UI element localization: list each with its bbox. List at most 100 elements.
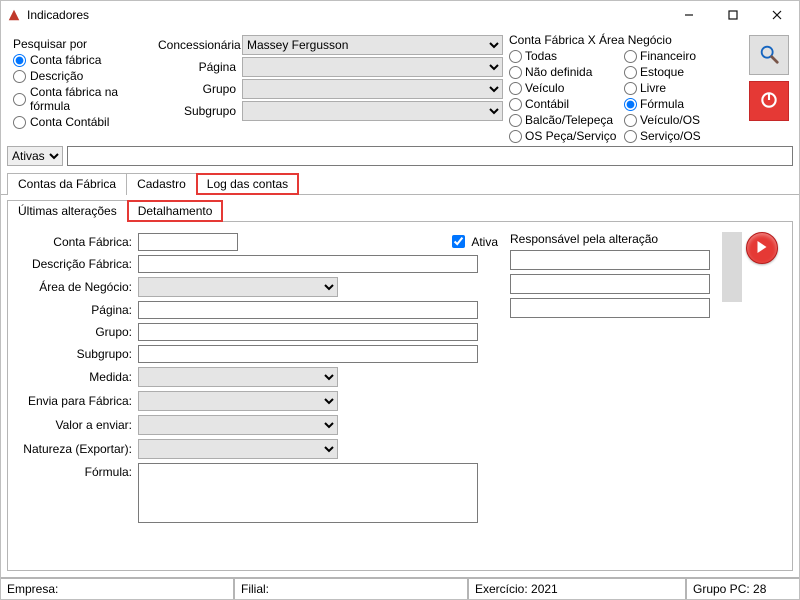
radio-descricao[interactable]: Descrição <box>13 69 148 83</box>
label-pagina: Página: <box>22 303 132 317</box>
radio-financeiro[interactable]: Financeiro <box>624 49 739 64</box>
radio-label: Serviço/OS <box>640 129 701 144</box>
search-by-legend: Pesquisar por <box>13 37 148 51</box>
pagina-label: Página <box>158 60 238 74</box>
search-by-group: Pesquisar por Conta fábrica Descrição Co… <box>7 33 154 144</box>
radio-contabil[interactable]: Contábil <box>509 97 624 112</box>
tab-ultimas-alteracoes[interactable]: Últimas alterações <box>7 200 128 222</box>
detail-panel: Conta Fábrica: Ativa Descrição Fábrica: … <box>7 222 793 571</box>
select-envia[interactable] <box>138 391 338 411</box>
input-conta-fabrica[interactable] <box>138 233 238 251</box>
label-area: Área de Negócio: <box>22 280 132 294</box>
radio-estoque[interactable]: Estoque <box>624 65 739 80</box>
label-formula: Fórmula: <box>22 465 132 479</box>
select-natureza[interactable] <box>138 439 338 459</box>
radio-conta-fabrica[interactable]: Conta fábrica <box>13 53 148 67</box>
radio-veiculo[interactable]: Veículo <box>509 81 624 96</box>
radio-label: Veículo <box>525 81 564 96</box>
tab-detalhamento[interactable]: Detalhamento <box>127 200 224 222</box>
power-icon <box>759 90 779 113</box>
radio-label: Estoque <box>640 65 684 80</box>
arrow-right-icon <box>753 238 771 259</box>
app-window: Indicadores Pesquisar por Conta fábrica … <box>0 0 800 600</box>
radio-label: OS Peça/Serviço <box>525 129 616 144</box>
input-subgrupo[interactable] <box>138 345 478 363</box>
radio-label: Conta fábrica <box>30 53 101 67</box>
select-area[interactable] <box>138 277 338 297</box>
grupo-select[interactable] <box>242 79 503 99</box>
responsible-group: Responsável pela alteração <box>510 232 710 560</box>
radio-balcao[interactable]: Balcão/Telepeça <box>509 113 624 128</box>
subgrupo-select[interactable] <box>242 101 503 121</box>
input-responsible-2[interactable] <box>510 274 710 294</box>
action-buttons <box>745 33 793 144</box>
label-natureza: Natureza (Exportar): <box>22 442 132 456</box>
input-responsible-3[interactable] <box>510 298 710 318</box>
label-grupo: Grupo: <box>22 325 132 339</box>
area-negocio-legend: Conta Fábrica X Área Negócio <box>509 33 739 47</box>
label-valor: Valor a enviar: <box>22 418 132 432</box>
search-icon <box>758 43 780 68</box>
radio-conta-contabil[interactable]: Conta Contábil <box>13 115 148 129</box>
search-input[interactable] <box>67 146 793 166</box>
label-envia: Envia para Fábrica: <box>22 394 132 408</box>
input-responsible-1[interactable] <box>510 250 710 270</box>
radio-servico-os[interactable]: Serviço/OS <box>624 129 739 144</box>
responsible-legend: Responsável pela alteração <box>510 232 710 246</box>
radio-label: Conta fábrica na fórmula <box>30 85 148 113</box>
content-area: Últimas alterações Detalhamento Conta Fá… <box>1 195 799 577</box>
maximize-button[interactable] <box>711 1 755 29</box>
tab-cadastro[interactable]: Cadastro <box>126 173 197 195</box>
pagina-select[interactable] <box>242 57 503 77</box>
input-pagina[interactable] <box>138 301 478 319</box>
window-controls <box>667 1 799 29</box>
radio-livre[interactable]: Livre <box>624 81 739 96</box>
minimize-button[interactable] <box>667 1 711 29</box>
radio-label: Contábil <box>525 97 569 112</box>
radio-todas[interactable]: Todas <box>509 49 624 64</box>
grupo-label: Grupo <box>158 82 238 96</box>
state-row: Ativas <box>1 146 799 170</box>
radio-label: Veículo/OS <box>640 113 700 128</box>
radio-nao-definida[interactable]: Não definida <box>509 65 624 80</box>
input-formula[interactable] <box>138 463 478 523</box>
radio-label: Balcão/Telepeça <box>525 113 613 128</box>
next-button[interactable] <box>746 232 778 264</box>
app-icon <box>7 8 21 22</box>
filter-area: Pesquisar por Conta fábrica Descrição Co… <box>1 29 799 146</box>
search-button[interactable] <box>749 35 789 75</box>
subgrupo-label: Subgrupo <box>158 104 238 118</box>
close-button[interactable] <box>755 1 799 29</box>
state-select[interactable]: Ativas <box>7 146 63 166</box>
radio-formula[interactable]: Fórmula <box>624 97 739 112</box>
tab-contas-fabrica[interactable]: Contas da Fábrica <box>7 173 127 195</box>
tab-log-contas[interactable]: Log das contas <box>196 173 299 195</box>
radio-os-peca[interactable]: OS Peça/Serviço <box>509 129 624 144</box>
radio-label: Descrição <box>30 69 83 83</box>
status-exercicio: Exercício: 2021 <box>469 579 687 599</box>
concessionaria-select[interactable]: Massey Fergusson <box>242 35 503 55</box>
ativa-label: Ativa <box>471 235 498 249</box>
side-divider <box>722 232 742 302</box>
select-valor[interactable] <box>138 415 338 435</box>
side-actions <box>722 232 778 560</box>
radio-conta-fabrica-formula[interactable]: Conta fábrica na fórmula <box>13 85 148 113</box>
radio-label: Não definida <box>525 65 592 80</box>
tabs-sub: Últimas alterações Detalhamento <box>7 199 793 222</box>
input-grupo[interactable] <box>138 323 478 341</box>
form-left: Conta Fábrica: Ativa Descrição Fábrica: … <box>22 232 498 560</box>
exit-button[interactable] <box>749 81 789 121</box>
radio-label: Todas <box>525 49 557 64</box>
area-negocio-group: Conta Fábrica X Área Negócio Todas Finan… <box>507 33 741 144</box>
status-empresa: Empresa: <box>1 579 235 599</box>
select-medida[interactable] <box>138 367 338 387</box>
input-descricao[interactable] <box>138 255 478 273</box>
filter-dropdowns: Concessionária Massey Fergusson Página G… <box>158 33 503 144</box>
radio-veiculo-os[interactable]: Veículo/OS <box>624 113 739 128</box>
statusbar: Empresa: Filial: Exercício: 2021 Grupo P… <box>1 577 799 599</box>
titlebar: Indicadores <box>1 1 799 29</box>
checkbox-ativa[interactable]: Ativa <box>448 232 498 251</box>
tabs-main: Contas da Fábrica Cadastro Log das conta… <box>1 172 799 195</box>
window-title: Indicadores <box>27 8 667 22</box>
radio-label: Fórmula <box>640 97 684 112</box>
